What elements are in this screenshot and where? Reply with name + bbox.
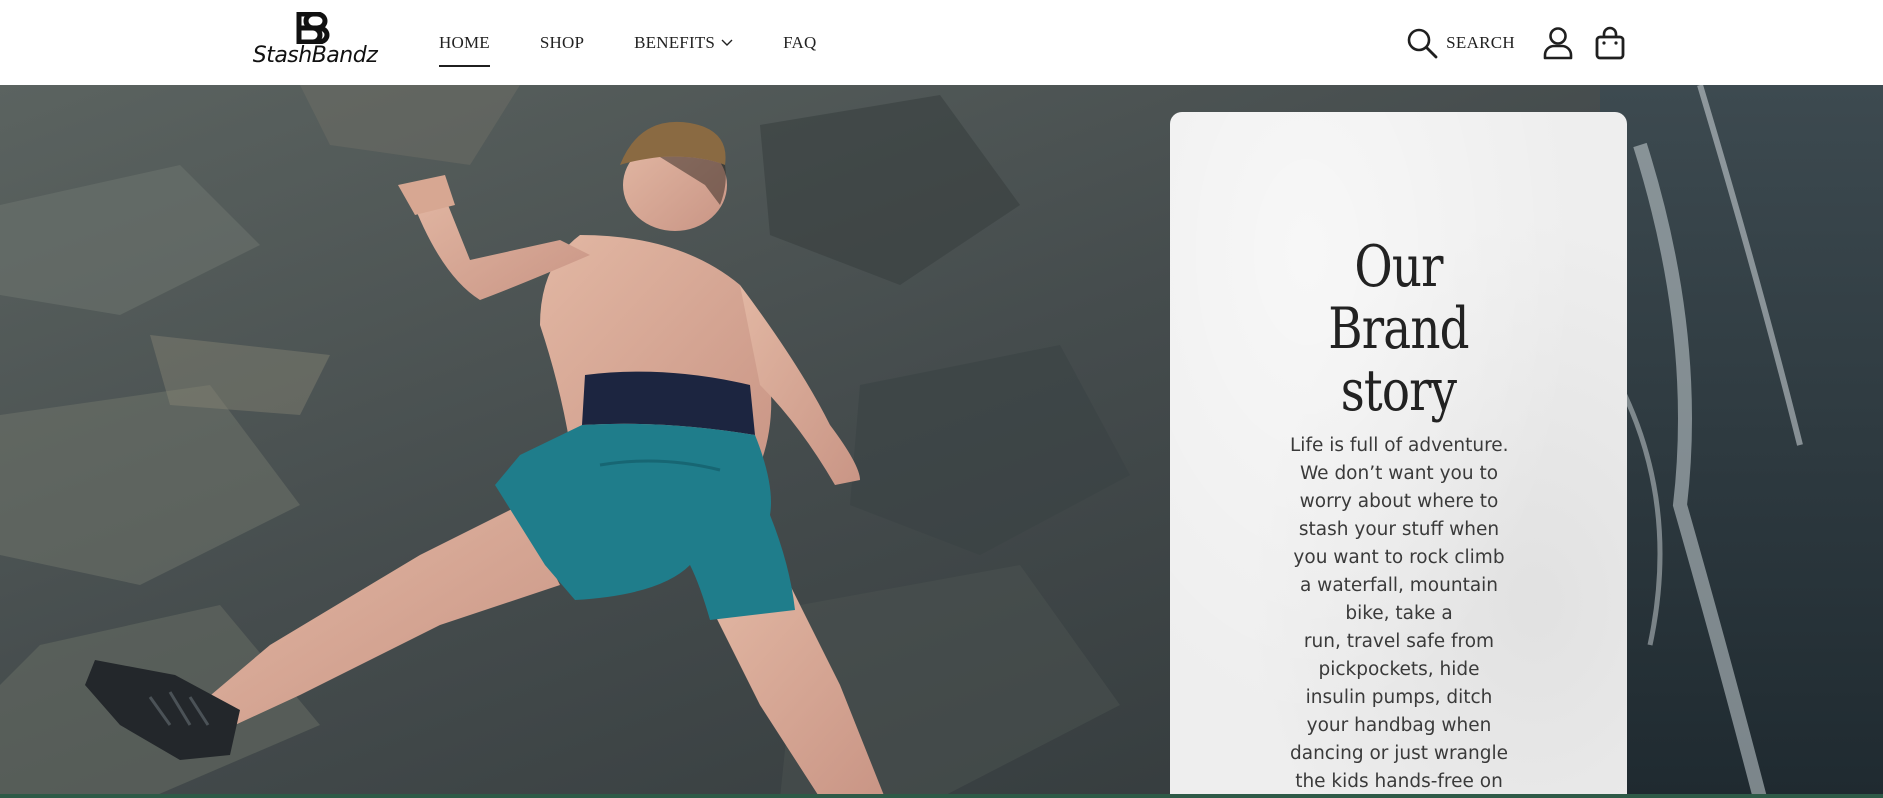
shopping-bag-icon — [1595, 26, 1625, 59]
brand-logo[interactable]: StashBandz — [251, 12, 379, 68]
story-line: insulin pumps, ditch — [1305, 687, 1493, 708]
story-line: stash your stuff when — [1298, 519, 1500, 540]
cart-button[interactable] — [1595, 26, 1625, 60]
nav-item-home[interactable]: HOME — [439, 32, 490, 67]
brand-story-card: Our Brand story Life is full of adventur… — [1170, 112, 1627, 798]
account-button[interactable] — [1543, 26, 1573, 60]
search-icon — [1407, 28, 1438, 58]
story-line: dancing or just wrangle — [1290, 743, 1508, 764]
story-line: your handbag when — [1306, 715, 1492, 736]
hero-section: Our Brand story Life is full of adventur… — [0, 85, 1883, 798]
header-tools: SEARCH — [1406, 0, 1625, 85]
search-label: SEARCH — [1446, 32, 1515, 52]
title-line: story — [1340, 358, 1457, 424]
logo-monogram-icon — [296, 12, 330, 44]
search-button[interactable]: SEARCH — [1406, 27, 1515, 59]
story-line: you want to rock climb — [1293, 547, 1505, 568]
story-line: the kids hands-free on — [1295, 771, 1503, 792]
title-line: Our — [1354, 234, 1443, 300]
title-line: Brand — [1328, 296, 1469, 362]
nav-item-label: FAQ — [783, 32, 817, 52]
story-line: worry about where to — [1299, 491, 1499, 512]
site-header: StashBandz HOME SHOP BENEFITS FAQ SEARCH — [0, 0, 1883, 85]
nav-item-label: HOME — [439, 32, 490, 52]
main-nav: HOME SHOP BENEFITS FAQ — [439, 0, 866, 85]
nav-item-faq[interactable]: FAQ — [783, 33, 816, 53]
nav-item-label: SHOP — [539, 32, 585, 52]
account-icon — [1543, 26, 1573, 59]
story-line: Life is full of adventure. — [1290, 435, 1509, 456]
brand-story-title: Our Brand story — [1211, 236, 1586, 422]
story-line: We don’t want you to — [1299, 463, 1499, 484]
nav-item-label: BENEFITS — [634, 32, 716, 52]
story-line: pickpockets, hide — [1318, 659, 1480, 680]
brand-story-text: Life is full of adventure. We don’t want… — [1290, 432, 1509, 796]
story-line: a waterfall, mountain — [1299, 575, 1499, 596]
nav-item-benefits[interactable]: BENEFITS — [634, 33, 733, 53]
story-line: bike, take a — [1345, 603, 1453, 624]
chevron-down-icon — [721, 39, 733, 46]
logo-wordmark: StashBandz — [252, 43, 378, 68]
nav-item-shop[interactable]: SHOP — [540, 33, 584, 53]
accent-divider — [0, 794, 1883, 798]
story-line: run, travel safe from — [1303, 631, 1495, 652]
